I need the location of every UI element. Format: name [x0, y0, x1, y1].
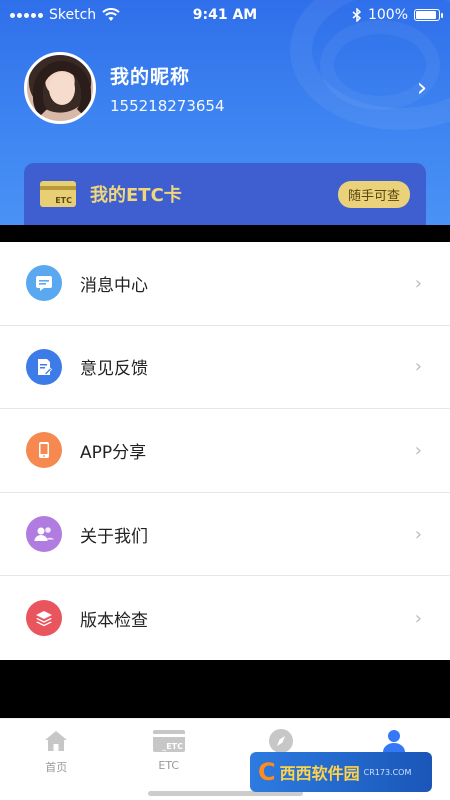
my-etc-card[interactable]: ETC 我的ETC卡 随手可查	[24, 163, 426, 225]
menu-item-message-center[interactable]: 消息中心 ›	[0, 242, 450, 326]
battery-icon	[414, 9, 443, 21]
profile-row[interactable]: 我的昵称 15521827365​4 ›	[24, 52, 434, 124]
avatar[interactable]	[24, 52, 96, 124]
etc-card-label: 我的ETC卡	[90, 185, 182, 206]
etc-card-icon: _ETC	[152, 727, 185, 755]
phone-number: 15521827365​4	[110, 96, 225, 115]
menu-item-label: 消息中心	[80, 275, 148, 296]
profile-header: Sketch 9:41 AM 100% 我的昵称 15521827365​4 ›	[0, 0, 450, 225]
watermark-logo-mark: C	[258, 758, 276, 786]
menu-item-label: 意见反馈	[80, 359, 148, 380]
chevron-right-icon: ›	[414, 272, 422, 294]
phone-share-icon	[26, 432, 62, 469]
tab-label: ETC	[158, 759, 180, 772]
menu-item-label: 关于我们	[80, 526, 148, 547]
settings-menu: 消息中心 › 意见反馈 › APP分享 › 关于我们 › 版本检查 ›	[0, 242, 450, 660]
battery-percent: 100%	[367, 7, 408, 23]
users-icon	[26, 516, 62, 553]
etc-icon-text: ETC	[55, 196, 72, 205]
nickname: 我的昵称	[110, 65, 191, 88]
layers-icon	[26, 600, 62, 637]
etc-card-icon: ETC	[40, 181, 76, 207]
chevron-right-icon: ›	[414, 356, 422, 378]
svg-text:_ETC: _ETC	[162, 742, 183, 751]
watermark-site: CR173.COM	[363, 767, 412, 777]
menu-item-about-us[interactable]: 关于我们 ›	[0, 492, 450, 577]
compass-icon	[268, 727, 294, 755]
watermark-title: 西西软件园	[279, 764, 360, 783]
tab-etc[interactable]: _ETC ETC	[113, 719, 226, 800]
status-right: 100%	[352, 7, 443, 23]
chevron-right-icon[interactable]: ›	[410, 73, 434, 103]
chevron-right-icon: ›	[414, 523, 422, 545]
watermark-logo: C 西西软件园 CR173.COM	[250, 752, 432, 792]
etc-query-badge[interactable]: 随手可查	[337, 180, 410, 208]
menu-item-version-check[interactable]: 版本检查 ›	[0, 576, 450, 660]
user-icon	[381, 727, 407, 755]
home-icon	[43, 727, 69, 755]
tab-home[interactable]: 首页	[0, 719, 113, 800]
message-icon	[26, 265, 62, 302]
status-bar: Sketch 9:41 AM 100%	[0, 0, 450, 32]
tab-label: 首页	[45, 761, 68, 774]
feedback-icon	[26, 348, 62, 385]
menu-item-label: APP分享	[80, 442, 147, 463]
profile-info: 我的昵称 15521827365​4	[110, 62, 410, 115]
bluetooth-icon	[352, 8, 362, 22]
chevron-right-icon: ›	[414, 607, 422, 629]
menu-item-label: 版本检查	[80, 610, 148, 631]
menu-item-feedback[interactable]: 意见反馈 ›	[0, 325, 450, 410]
menu-item-app-share[interactable]: APP分享 ›	[0, 409, 450, 493]
chevron-right-icon: ›	[414, 439, 422, 461]
